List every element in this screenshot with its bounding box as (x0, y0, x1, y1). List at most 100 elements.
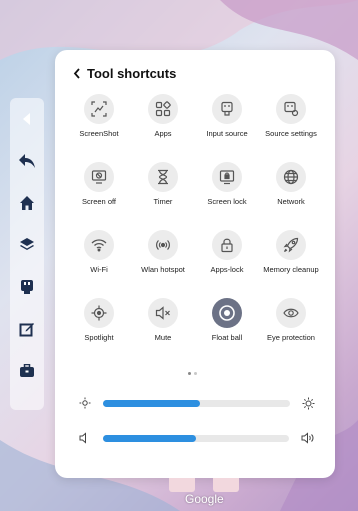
tool-label: Wi-Fi (90, 265, 108, 274)
volume-slider[interactable] (103, 434, 289, 442)
mute-icon (155, 306, 170, 320)
usb-icon (21, 280, 33, 294)
tool-timer[interactable]: Timer (131, 162, 195, 230)
tool-label: Eye protection (267, 333, 315, 342)
panel-header[interactable]: Tool shortcuts (73, 66, 176, 81)
dock-app-label[interactable]: Google (185, 492, 224, 506)
tool-label: Memory cleanup (263, 265, 319, 274)
collapse-button[interactable] (10, 98, 44, 140)
tool-circle[interactable] (148, 162, 178, 192)
tool-screen-off[interactable]: Screen off (67, 162, 131, 230)
tool-label: Mute (154, 333, 172, 342)
collapse-icon (23, 113, 30, 125)
tool-circle[interactable] (276, 94, 306, 124)
volume-fill (103, 434, 196, 442)
tool-wifi[interactable]: Wi-Fi (67, 230, 131, 298)
rocket-icon (283, 237, 299, 253)
annotate-button[interactable] (10, 308, 44, 350)
tool-label: Wlan hotspot (141, 265, 185, 274)
page-dot[interactable] (194, 372, 197, 375)
hotspot-icon (156, 240, 170, 250)
tool-source-settings[interactable]: Source settings (259, 94, 323, 162)
dock-tab[interactable] (169, 478, 195, 492)
back-button[interactable] (10, 140, 44, 182)
globe-icon (283, 169, 299, 185)
tool-circle[interactable] (276, 298, 306, 328)
spotlight-icon (91, 305, 107, 321)
brightness-high-icon (302, 397, 315, 409)
tool-shortcuts-panel: Tool shortcuts ScreenShot Apps Input sou… (55, 50, 335, 478)
tool-circle[interactable] (84, 94, 114, 124)
dock-tab[interactable] (213, 478, 239, 492)
input-source-icon (221, 101, 233, 116)
tool-circle[interactable] (212, 94, 242, 124)
eye-icon (283, 308, 299, 318)
tool-label: ScreenShot (79, 129, 119, 138)
annotate-icon (19, 323, 34, 337)
tool-label: Timer (153, 197, 173, 206)
page-dot-active[interactable] (188, 372, 191, 375)
tool-grid: ScreenShot Apps Input source Source sett… (67, 94, 323, 366)
tool-network[interactable]: Network (259, 162, 323, 230)
tool-label: Apps-lock (210, 265, 244, 274)
side-toolbar (10, 98, 44, 410)
tool-input-source[interactable]: Input source (195, 94, 259, 162)
brightness-low-icon (79, 397, 91, 409)
tool-circle[interactable] (148, 94, 178, 124)
usb-button[interactable] (10, 266, 44, 308)
tool-circle[interactable] (148, 230, 178, 260)
toolbox-icon (20, 364, 34, 377)
screenshot-icon (91, 101, 107, 117)
tool-spotlight[interactable]: Spotlight (67, 298, 131, 366)
wifi-icon (91, 239, 107, 252)
tool-screenshot[interactable]: ScreenShot (67, 94, 131, 162)
layers-button[interactable] (10, 224, 44, 266)
layers-icon (20, 238, 34, 250)
tool-memory-cleanup[interactable]: Memory cleanup (259, 230, 323, 298)
tool-label: Screen off (81, 197, 117, 206)
tool-circle[interactable] (276, 162, 306, 192)
hourglass-icon (158, 169, 168, 185)
page-title: Tool shortcuts (87, 66, 177, 81)
apps-icon (155, 101, 171, 117)
tool-label: Spotlight (84, 333, 114, 342)
tool-label: Source settings (265, 129, 317, 138)
screen-lock-icon (219, 170, 235, 185)
lock-icon (221, 238, 233, 253)
volume-slider-row (79, 430, 315, 446)
back-icon (19, 154, 35, 168)
tool-eye-protection[interactable]: Eye protection (259, 298, 323, 366)
page-indicator (188, 372, 197, 375)
tool-apps[interactable]: Apps (131, 94, 195, 162)
tool-screen-lock[interactable]: Screen lock (195, 162, 259, 230)
tool-label: Screen lock (207, 197, 247, 206)
brightness-slider-row (79, 395, 315, 411)
tool-mute[interactable]: Mute (131, 298, 195, 366)
tool-label: Network (277, 197, 305, 206)
tool-circle[interactable] (276, 230, 306, 260)
chevron-left-icon[interactable] (73, 68, 81, 79)
tool-label: Apps (154, 129, 172, 138)
tool-circle[interactable] (148, 298, 178, 328)
tool-wlan-hotspot[interactable]: Wlan hotspot (131, 230, 195, 298)
tool-apps-lock[interactable]: Apps-lock (195, 230, 259, 298)
float-ball-icon (219, 305, 235, 321)
brightness-fill (103, 399, 201, 407)
tool-label: Float ball (211, 333, 243, 342)
toolbox-button[interactable] (10, 350, 44, 392)
source-settings-icon (284, 101, 299, 117)
tool-circle[interactable] (84, 162, 114, 192)
tool-circle[interactable] (212, 230, 242, 260)
tool-circle[interactable] (84, 230, 114, 260)
home-icon (20, 196, 34, 210)
tool-circle[interactable] (212, 162, 242, 192)
volume-low-icon (79, 432, 86, 444)
brightness-slider[interactable] (103, 399, 290, 407)
tool-label: Input source (206, 129, 248, 138)
tool-circle[interactable] (84, 298, 114, 328)
volume-high-icon (301, 432, 314, 444)
tool-float-ball[interactable]: Float ball (195, 298, 259, 366)
screen-off-icon (91, 170, 107, 184)
home-button[interactable] (10, 182, 44, 224)
tool-circle[interactable] (212, 298, 242, 328)
